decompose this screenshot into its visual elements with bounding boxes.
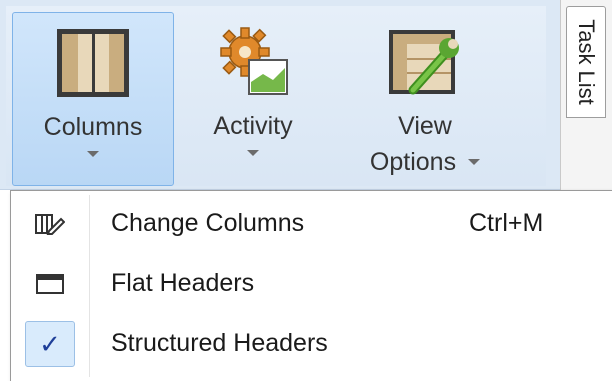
options-label: Options bbox=[369, 148, 457, 176]
shortcut-label: Ctrl+M bbox=[469, 209, 544, 237]
view-options-line2: Options bbox=[369, 144, 481, 180]
menu-item-label: Change Columns bbox=[111, 209, 305, 237]
flat-headers-icon bbox=[25, 261, 75, 307]
menu-item-label: Structured Headers bbox=[111, 329, 328, 357]
menu-item-flat-headers[interactable]: Flat Headers bbox=[11, 255, 611, 313]
activity-button[interactable]: Activity bbox=[190, 12, 316, 186]
view-label: View bbox=[398, 112, 452, 140]
chevron-down-icon bbox=[87, 151, 99, 157]
columns-dropdown-menu: Change Columns Ctrl+M Flat Headers ✓ Str… bbox=[10, 190, 612, 381]
chevron-down-icon bbox=[247, 150, 259, 156]
columns-icon bbox=[55, 27, 131, 99]
view-options-button[interactable]: View Options bbox=[350, 12, 500, 186]
activity-label: Activity bbox=[213, 112, 293, 140]
task-list-label: Task List bbox=[574, 19, 599, 105]
ribbon: Columns Activity View Options bbox=[0, 0, 560, 190]
view-options-wrench-icon bbox=[387, 26, 463, 98]
edit-columns-icon bbox=[25, 201, 75, 247]
menu-item-structured-headers[interactable]: ✓ Structured Headers bbox=[11, 315, 611, 373]
menu-item-label: Flat Headers bbox=[111, 269, 255, 297]
app-window: Columns Activity View Options Task List … bbox=[0, 0, 612, 381]
columns-label: Columns bbox=[43, 113, 143, 141]
activity-gear-icon bbox=[215, 26, 291, 98]
check-icon: ✓ bbox=[25, 321, 75, 367]
menu-item-change-columns[interactable]: Change Columns Ctrl+M bbox=[11, 195, 611, 253]
columns-button[interactable]: Columns bbox=[12, 12, 174, 186]
task-list-tab[interactable]: Task List bbox=[566, 6, 606, 118]
chevron-down-icon bbox=[468, 159, 481, 165]
